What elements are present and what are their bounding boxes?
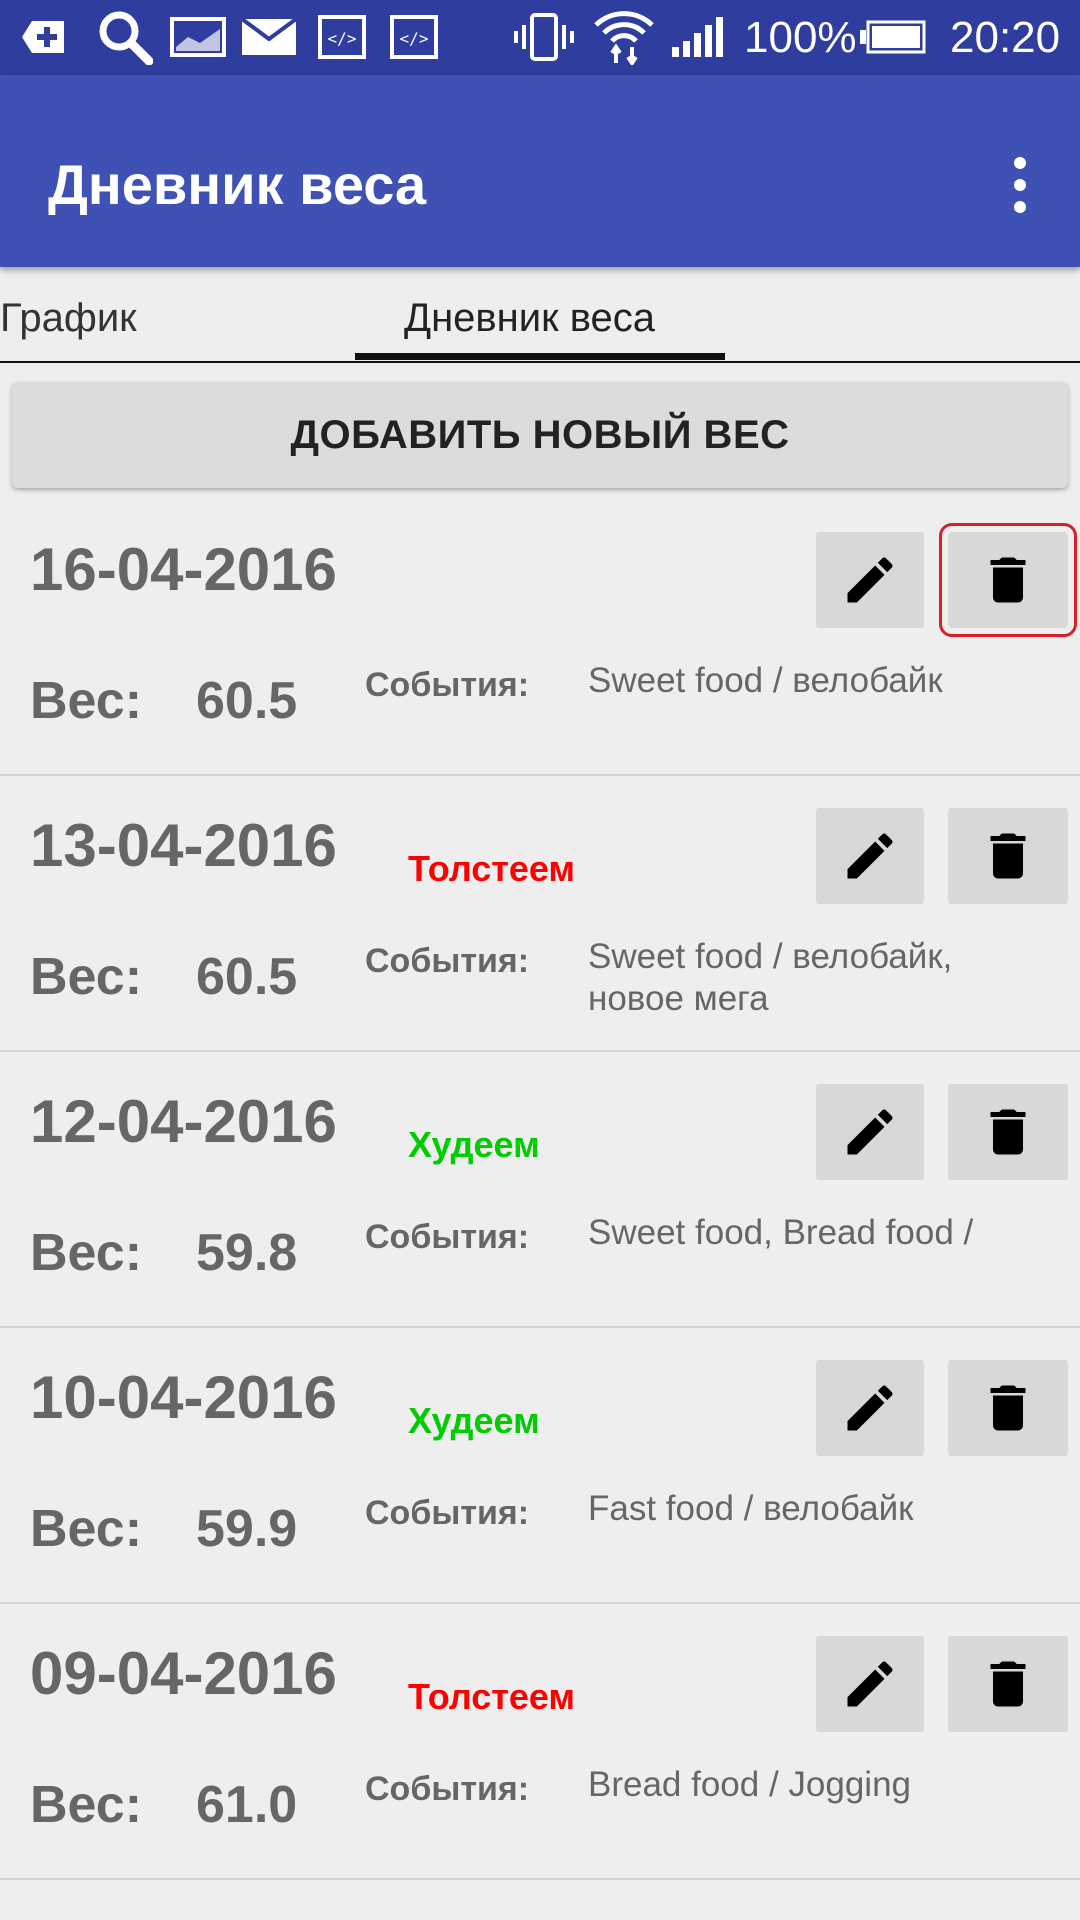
code-icon: </> (390, 12, 438, 62)
battery-icon (860, 12, 926, 62)
weight-entry: 12-04-2016 Худеем Вес: 59.8 События: Swe… (0, 1052, 1080, 1328)
events-label: События: (365, 1218, 530, 1256)
pencil-icon (847, 1109, 893, 1155)
weight-value: 59.8 (196, 1224, 298, 1282)
edit-button[interactable] (816, 1636, 924, 1732)
app-title: Дневник веса (48, 153, 427, 216)
edit-button[interactable] (816, 1084, 924, 1180)
wifi-icon (592, 11, 656, 65)
events-value: Bread food / Jogging (588, 1765, 912, 1804)
events-label: События: (365, 1770, 530, 1808)
weight-entry: 16-04-2016 Вес: 60.5 События: Sweet food… (0, 500, 1080, 776)
add-new-weight-button[interactable]: ДОБАВИТЬ НОВЫЙ ВЕС (12, 382, 1068, 488)
add-notification-icon (22, 12, 66, 62)
delete-button[interactable] (948, 808, 1068, 904)
weight-label: Вес: (30, 1224, 143, 1282)
vibrate-icon (514, 12, 574, 62)
tab-weight-diary[interactable]: Дневник веса (404, 293, 655, 343)
entry-date: 13-04-2016 (30, 812, 337, 879)
search-icon (96, 11, 154, 65)
trash-icon (990, 833, 1026, 879)
trash-icon (990, 1385, 1026, 1431)
events-label: События: (365, 666, 530, 704)
events-label: События: (365, 942, 530, 980)
clock: 20:20 (950, 13, 1061, 62)
weight-value: 61.0 (196, 1776, 298, 1834)
weight-value: 60.5 (196, 672, 298, 730)
weight-label: Вес: (30, 948, 143, 1006)
events-value: Sweet food / велобайк, новое мега (588, 937, 953, 1018)
delete-button[interactable] (948, 1636, 1068, 1732)
svg-text:</>: </> (400, 29, 429, 48)
code-icon: </> (318, 12, 366, 62)
entry-date: 12-04-2016 (30, 1088, 337, 1155)
weight-entry: 09-04-2016 Толстеем Вес: 61.0 События: B… (0, 1604, 1080, 1880)
entry-trend: Толстеем (408, 1676, 576, 1717)
more-vert-icon[interactable] (980, 135, 1060, 235)
entry-date: 16-04-2016 (30, 536, 337, 603)
delete-button[interactable] (948, 1084, 1068, 1180)
mail-icon (240, 12, 298, 62)
delete-button[interactable] (948, 1360, 1068, 1456)
signal-icon (672, 12, 726, 62)
weight-entry: 13-04-2016 Толстеем Вес: 60.5 События: S… (0, 776, 1080, 1052)
tab-chart[interactable]: График (0, 293, 137, 343)
pencil-icon (847, 1385, 893, 1431)
tab-indicator (355, 353, 725, 360)
weight-value: 59.9 (196, 1500, 298, 1558)
pencil-icon (847, 1661, 893, 1707)
gallery-icon (170, 12, 226, 62)
entry-trend: Худеем (408, 1124, 540, 1165)
delete-button[interactable] (939, 523, 1077, 637)
entry-date: 09-04-2016 (30, 1640, 337, 1707)
events-label: События: (365, 1494, 530, 1532)
tab-bar: График Дневник веса (0, 267, 1080, 363)
events-value: Sweet food / велобайк (588, 661, 943, 700)
entry-trend: Худеем (408, 1400, 540, 1441)
edit-button[interactable] (816, 808, 924, 904)
status-bar: </> </> 100% 20:20 (0, 0, 1080, 75)
trash-icon (990, 1109, 1026, 1155)
app-bar: Дневник веса (0, 75, 1080, 267)
entry-divider (0, 1878, 1080, 1880)
svg-text:</>: </> (328, 29, 357, 48)
trash-icon (990, 1661, 1026, 1707)
events-value: Fast food / велобайк (588, 1489, 914, 1528)
edit-button[interactable] (816, 1360, 924, 1456)
weight-label: Вес: (30, 1500, 143, 1558)
pencil-icon (847, 557, 893, 603)
pencil-icon (847, 833, 893, 879)
weight-entry: 10-04-2016 Худеем Вес: 59.9 События: Fas… (0, 1328, 1080, 1604)
events-value: Sweet food, Bread food / (588, 1213, 974, 1252)
tabs-divider (0, 361, 1080, 363)
entry-date: 10-04-2016 (30, 1364, 337, 1431)
entry-trend: Толстеем (408, 848, 576, 889)
trash-icon (990, 557, 1026, 603)
weight-label: Вес: (30, 672, 143, 730)
battery-percent: 100% (744, 13, 857, 62)
edit-button[interactable] (816, 532, 924, 628)
weight-value: 60.5 (196, 948, 298, 1006)
weight-label: Вес: (30, 1776, 143, 1834)
